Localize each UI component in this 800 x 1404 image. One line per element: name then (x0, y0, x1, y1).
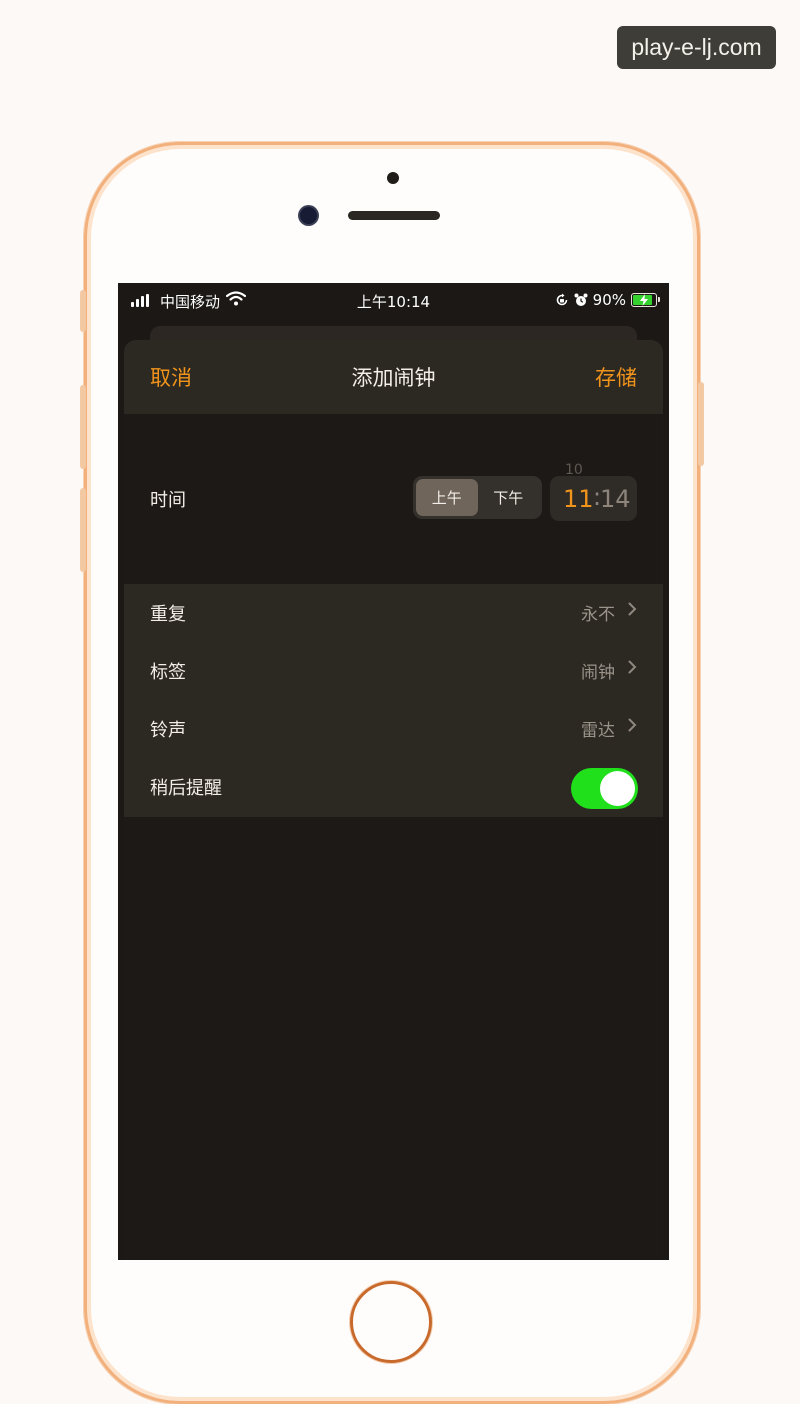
chevron-right-icon (628, 718, 637, 732)
repeat-row[interactable]: 重复 永不 (124, 584, 663, 642)
status-right: 90% (555, 291, 660, 309)
time-picker[interactable]: 10 11 : 14 (550, 462, 637, 521)
volume-up-button (80, 385, 86, 469)
am-segment[interactable]: 上午 (416, 479, 478, 516)
label-value: 闹钟 (581, 663, 615, 683)
save-button[interactable]: 存储 (595, 362, 637, 392)
volume-down-button (80, 488, 86, 572)
sound-value: 雷达 (581, 721, 615, 741)
power-button (698, 382, 704, 466)
repeat-label: 重复 (150, 604, 186, 625)
front-camera (300, 207, 317, 224)
orientation-lock-icon (556, 293, 567, 306)
sound-label: 铃声 (150, 720, 186, 741)
sound-row[interactable]: 铃声 雷达 (124, 700, 663, 758)
earpiece-speaker (348, 211, 440, 220)
alarm-settings-list: 重复 永不 标签 闹钟 铃声 雷达 稍后提醒 (124, 584, 663, 817)
add-alarm-sheet: 取消 添加闹钟 存储 时间 上午 下午 10 11 : 14 重复 永不 标签 (124, 340, 663, 1260)
battery-percent: 90% (592, 291, 626, 309)
time-label: 时间 (150, 490, 186, 511)
battery-icon (631, 293, 660, 307)
am-pm-segmented-control: 上午 下午 (413, 476, 542, 519)
hour-value[interactable]: 11 (563, 485, 594, 513)
status-bar: 中国移动 上午10:14 90% (118, 283, 669, 317)
alarm-icon (574, 293, 588, 306)
pm-segment[interactable]: 下午 (478, 479, 540, 516)
toggle-knob (600, 771, 635, 806)
chevron-right-icon (628, 602, 637, 616)
nav-bar: 取消 添加闹钟 存储 (124, 340, 663, 414)
charging-bolt-icon (640, 294, 648, 306)
label-label: 标签 (150, 662, 186, 683)
hour-above: 10 (565, 462, 583, 478)
repeat-value: 永不 (581, 605, 615, 625)
snooze-label: 稍后提醒 (150, 778, 222, 799)
home-button[interactable] (350, 1281, 432, 1363)
page-title: 添加闹钟 (351, 366, 436, 390)
label-row[interactable]: 标签 闹钟 (124, 642, 663, 700)
watermark: play-e-lj.com (617, 26, 776, 69)
mute-switch (80, 290, 86, 332)
proximity-sensor (387, 172, 399, 184)
minute-value[interactable]: 14 (600, 485, 631, 513)
screen: 中国移动 上午10:14 90% 取消 添加闹钟 存储 时间 上午 下午 10 … (118, 283, 669, 1260)
snooze-toggle[interactable] (571, 768, 638, 809)
chevron-right-icon (628, 660, 637, 674)
